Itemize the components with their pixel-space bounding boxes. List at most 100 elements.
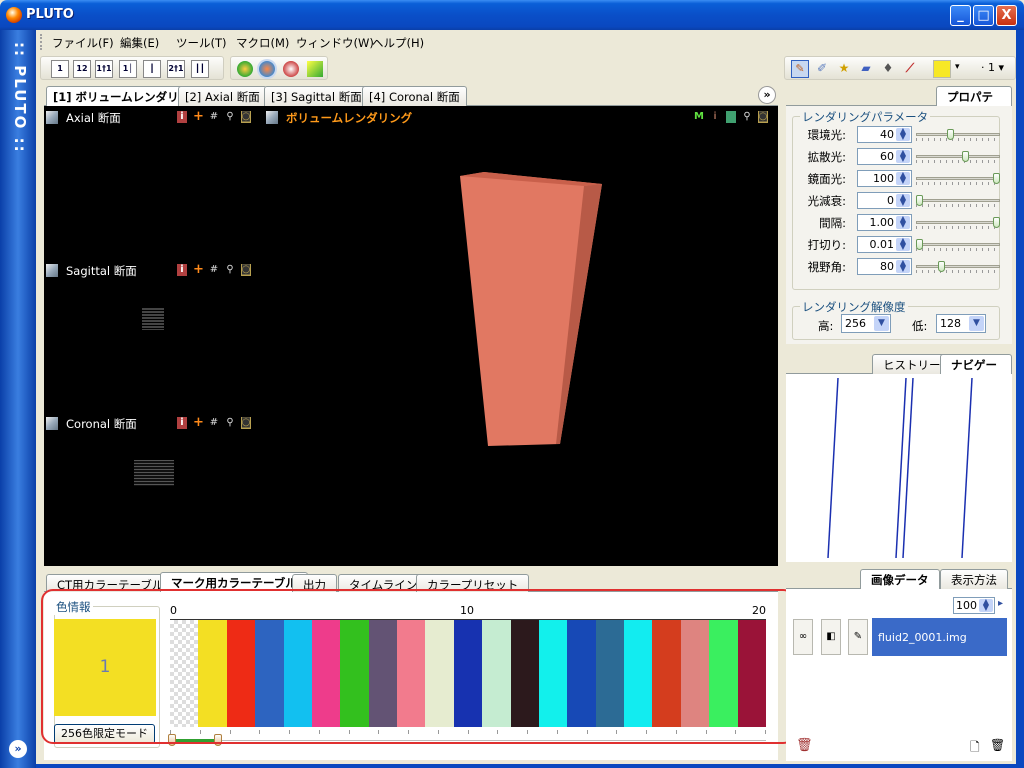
slider-knob[interactable]	[993, 173, 1000, 184]
trash-icon[interactable]: 🗑	[990, 738, 1005, 752]
param-slider[interactable]	[916, 151, 1000, 163]
render-toolbar-group	[230, 56, 328, 80]
color-dropdown-icon[interactable]: ▾	[955, 62, 960, 72]
expand-chevron-icon[interactable]: »	[9, 740, 27, 758]
menu-macro[interactable]: マクロ(M)	[236, 35, 289, 51]
slider-ticks	[916, 204, 1000, 207]
eraser-icon[interactable]: ▰	[857, 60, 875, 78]
image-data-panel	[786, 589, 1012, 761]
layout-12-button[interactable]: 12	[73, 60, 91, 78]
edit-icon[interactable]: ✎	[848, 619, 868, 655]
menu-help[interactable]: ヘルプ(H)	[372, 35, 424, 51]
tab-coronal[interactable]: [4] Coronal 断面	[362, 86, 467, 106]
param-slider[interactable]	[916, 261, 1000, 273]
volume-render-image	[460, 172, 602, 446]
slider-knob[interactable]	[916, 239, 923, 250]
new-file-icon[interactable]: 🗋	[970, 738, 980, 759]
layout-vertical-button[interactable]: 1│	[119, 60, 137, 78]
file-list-item[interactable]: fluid2_0001.img	[872, 618, 1007, 656]
param-spinner[interactable]: 0.01 ▲ ▼	[857, 236, 912, 253]
param-spinner[interactable]: 100 ▲ ▼	[857, 170, 912, 187]
layout-2-1-button[interactable]: 2†1	[167, 60, 185, 78]
fill-bucket-icon[interactable]: ♦	[879, 60, 897, 78]
spin-arrows-icon: ▲ ▼	[896, 149, 910, 163]
param-value: 0	[887, 194, 894, 207]
high-res-select[interactable]: 256 ▼	[841, 314, 891, 333]
brush-icon[interactable]: ✐	[813, 60, 831, 78]
minimize-button[interactable]: _	[950, 5, 971, 26]
chevron-down-icon: ▼	[969, 316, 984, 331]
delete-file-icon[interactable]: 🗑	[796, 738, 813, 753]
draw-toolbar-group: ✎ ✐ ★ ▰ ♦ ⟋ ▾ · 1 ▾	[784, 56, 1016, 80]
slider-knob[interactable]	[962, 151, 969, 162]
param-value: 60	[880, 150, 894, 163]
navigator-panel[interactable]	[786, 374, 1012, 562]
spin-arrows-icon: ▲ ▼	[896, 259, 910, 273]
slider-track	[916, 133, 1000, 136]
layout-1-button[interactable]: 1	[51, 60, 69, 78]
menu-tools[interactable]: ツール(T)	[176, 35, 227, 51]
layout-toolbar-group: 1 12 1†1 1│ ┃ 2†1 ┃┃	[40, 56, 224, 80]
param-slider[interactable]	[916, 239, 1000, 251]
slider-knob[interactable]	[993, 217, 1000, 228]
param-spinner[interactable]: 60 ▲ ▼	[857, 148, 912, 165]
zoom-spinner[interactable]: 100 ▲ ▼	[953, 597, 995, 614]
pencil-icon[interactable]: ✎	[791, 60, 809, 78]
slider-knob[interactable]	[947, 129, 954, 140]
tab-sagittal[interactable]: [3] Sagittal 断面	[264, 86, 369, 106]
slider-ticks	[916, 270, 1000, 273]
maximize-button[interactable]: □	[973, 5, 994, 26]
layout-split-button[interactable]: ┃	[143, 60, 161, 78]
low-res-select[interactable]: 128 ▼	[936, 314, 986, 333]
param-slider[interactable]	[916, 129, 1000, 141]
pluto-logo: :: PLUTO ::	[11, 42, 29, 154]
brush-size-value[interactable]: · 1 ▾	[981, 61, 1004, 74]
more-tabs-icon[interactable]: »	[758, 86, 776, 104]
menu-edit[interactable]: 編集(E)	[120, 35, 159, 51]
eyedropper-icon[interactable]: ⟋	[901, 60, 919, 78]
slider-track	[916, 243, 1000, 246]
render-viewport[interactable]: Axial 断面 i + # ⚲ ◙ ボリュームレンダリング M i ⚲ ◙ S…	[44, 106, 778, 566]
tab-display-method[interactable]: 表示方法	[940, 569, 1008, 589]
volume-icon[interactable]	[259, 61, 275, 77]
close-button[interactable]: X	[996, 5, 1017, 26]
surface-icon[interactable]	[237, 61, 253, 77]
param-label: 打切り:	[807, 238, 846, 252]
param-slider[interactable]	[916, 173, 1000, 185]
high-res-label: 高:	[818, 319, 834, 333]
slider-knob[interactable]	[938, 261, 945, 272]
menu-file[interactable]: ファイル(F)	[52, 35, 114, 51]
next-arrow-icon[interactable]: ▸	[998, 598, 1003, 609]
draw-toolbar: ✎ ✐ ★ ▰ ♦ ⟋ ▾ · 1 ▾	[780, 54, 1016, 82]
draw-color-swatch[interactable]	[933, 60, 951, 78]
tab-properties[interactable]: プロパティ	[936, 86, 1012, 120]
menu-window[interactable]: ウィンドウ(W)	[296, 35, 374, 51]
param-value: 100	[873, 172, 894, 185]
low-res-label: 低:	[912, 319, 928, 333]
param-spinner[interactable]: 1.00 ▲ ▼	[857, 214, 912, 231]
param-slider[interactable]	[916, 195, 1000, 207]
navigator-tabstrip: ヒストリー ナビゲータ	[786, 354, 1012, 388]
tab-navigator[interactable]: ナビゲータ	[940, 354, 1012, 388]
zoom-value: 100	[956, 599, 977, 612]
layout-grid-button[interactable]: ┃┃	[191, 60, 209, 78]
magic-wand-icon[interactable]: ★	[835, 60, 853, 78]
param-spinner[interactable]: 0 ▲ ▼	[857, 192, 912, 209]
slider-ticks	[916, 226, 1000, 229]
glasses-icon[interactable]: ∞	[793, 619, 813, 655]
tab-axial[interactable]: [2] Axial 断面	[178, 86, 267, 106]
param-spinner[interactable]: 80 ▲ ▼	[857, 258, 912, 275]
tab-image-data[interactable]: 画像データ	[860, 569, 940, 589]
slider-track	[916, 199, 1000, 202]
spin-arrows-icon: ▲ ▼	[896, 171, 910, 185]
mip-icon[interactable]	[283, 61, 299, 77]
slider-ticks	[916, 138, 1000, 141]
slice-icon[interactable]	[307, 61, 323, 77]
slider-knob[interactable]	[916, 195, 923, 206]
contrast-icon[interactable]: ◧	[821, 619, 841, 655]
param-label: 環境光:	[807, 128, 846, 142]
param-spinner[interactable]: 40 ▲ ▼	[857, 126, 912, 143]
layout-1-1-button[interactable]: 1†1	[95, 60, 113, 78]
low-res-value: 128	[940, 317, 961, 330]
param-slider[interactable]	[916, 217, 1000, 229]
